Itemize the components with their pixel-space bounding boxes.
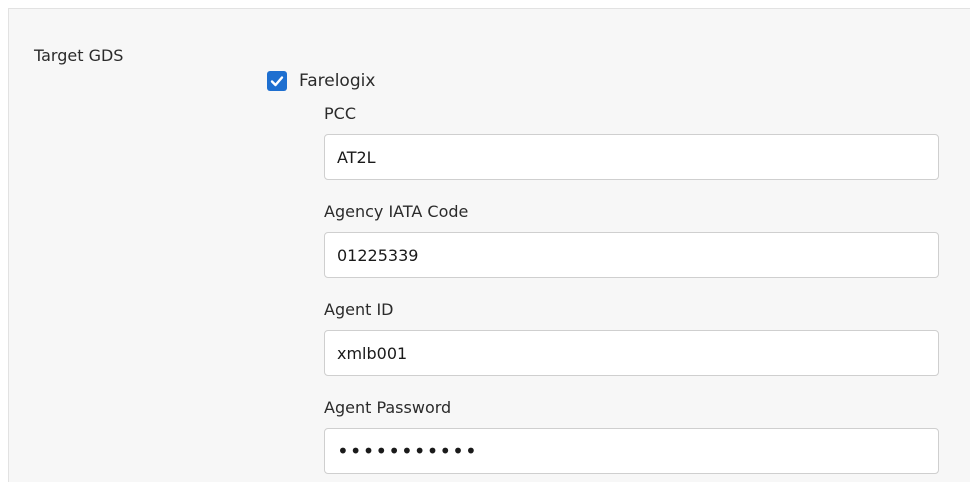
pcc-input[interactable] bbox=[324, 134, 939, 180]
iata-field-group: Agency IATA Code bbox=[324, 200, 939, 278]
farelogix-label[interactable]: Farelogix bbox=[299, 71, 375, 91]
iata-code-input[interactable] bbox=[324, 232, 939, 278]
pcc-label: PCC bbox=[324, 104, 356, 123]
agent-password-label: Agent Password bbox=[324, 398, 452, 417]
agent-password-field-group: Agent Password bbox=[324, 396, 939, 474]
iata-code-label: Agency IATA Code bbox=[324, 202, 469, 221]
checkmark-icon bbox=[270, 76, 284, 87]
agent-id-input[interactable] bbox=[324, 330, 939, 376]
agent-id-label: Agent ID bbox=[324, 300, 394, 319]
farelogix-option[interactable]: Farelogix bbox=[267, 71, 375, 91]
pcc-field-group: PCC bbox=[324, 102, 939, 180]
form-panel: Target GDS Farelogix PCC Agency IATA Cod… bbox=[8, 8, 970, 482]
agent-id-field-group: Agent ID bbox=[324, 298, 939, 376]
farelogix-checkbox[interactable] bbox=[267, 71, 287, 91]
agent-password-input[interactable] bbox=[324, 428, 939, 474]
target-gds-label: Target GDS bbox=[34, 46, 124, 65]
